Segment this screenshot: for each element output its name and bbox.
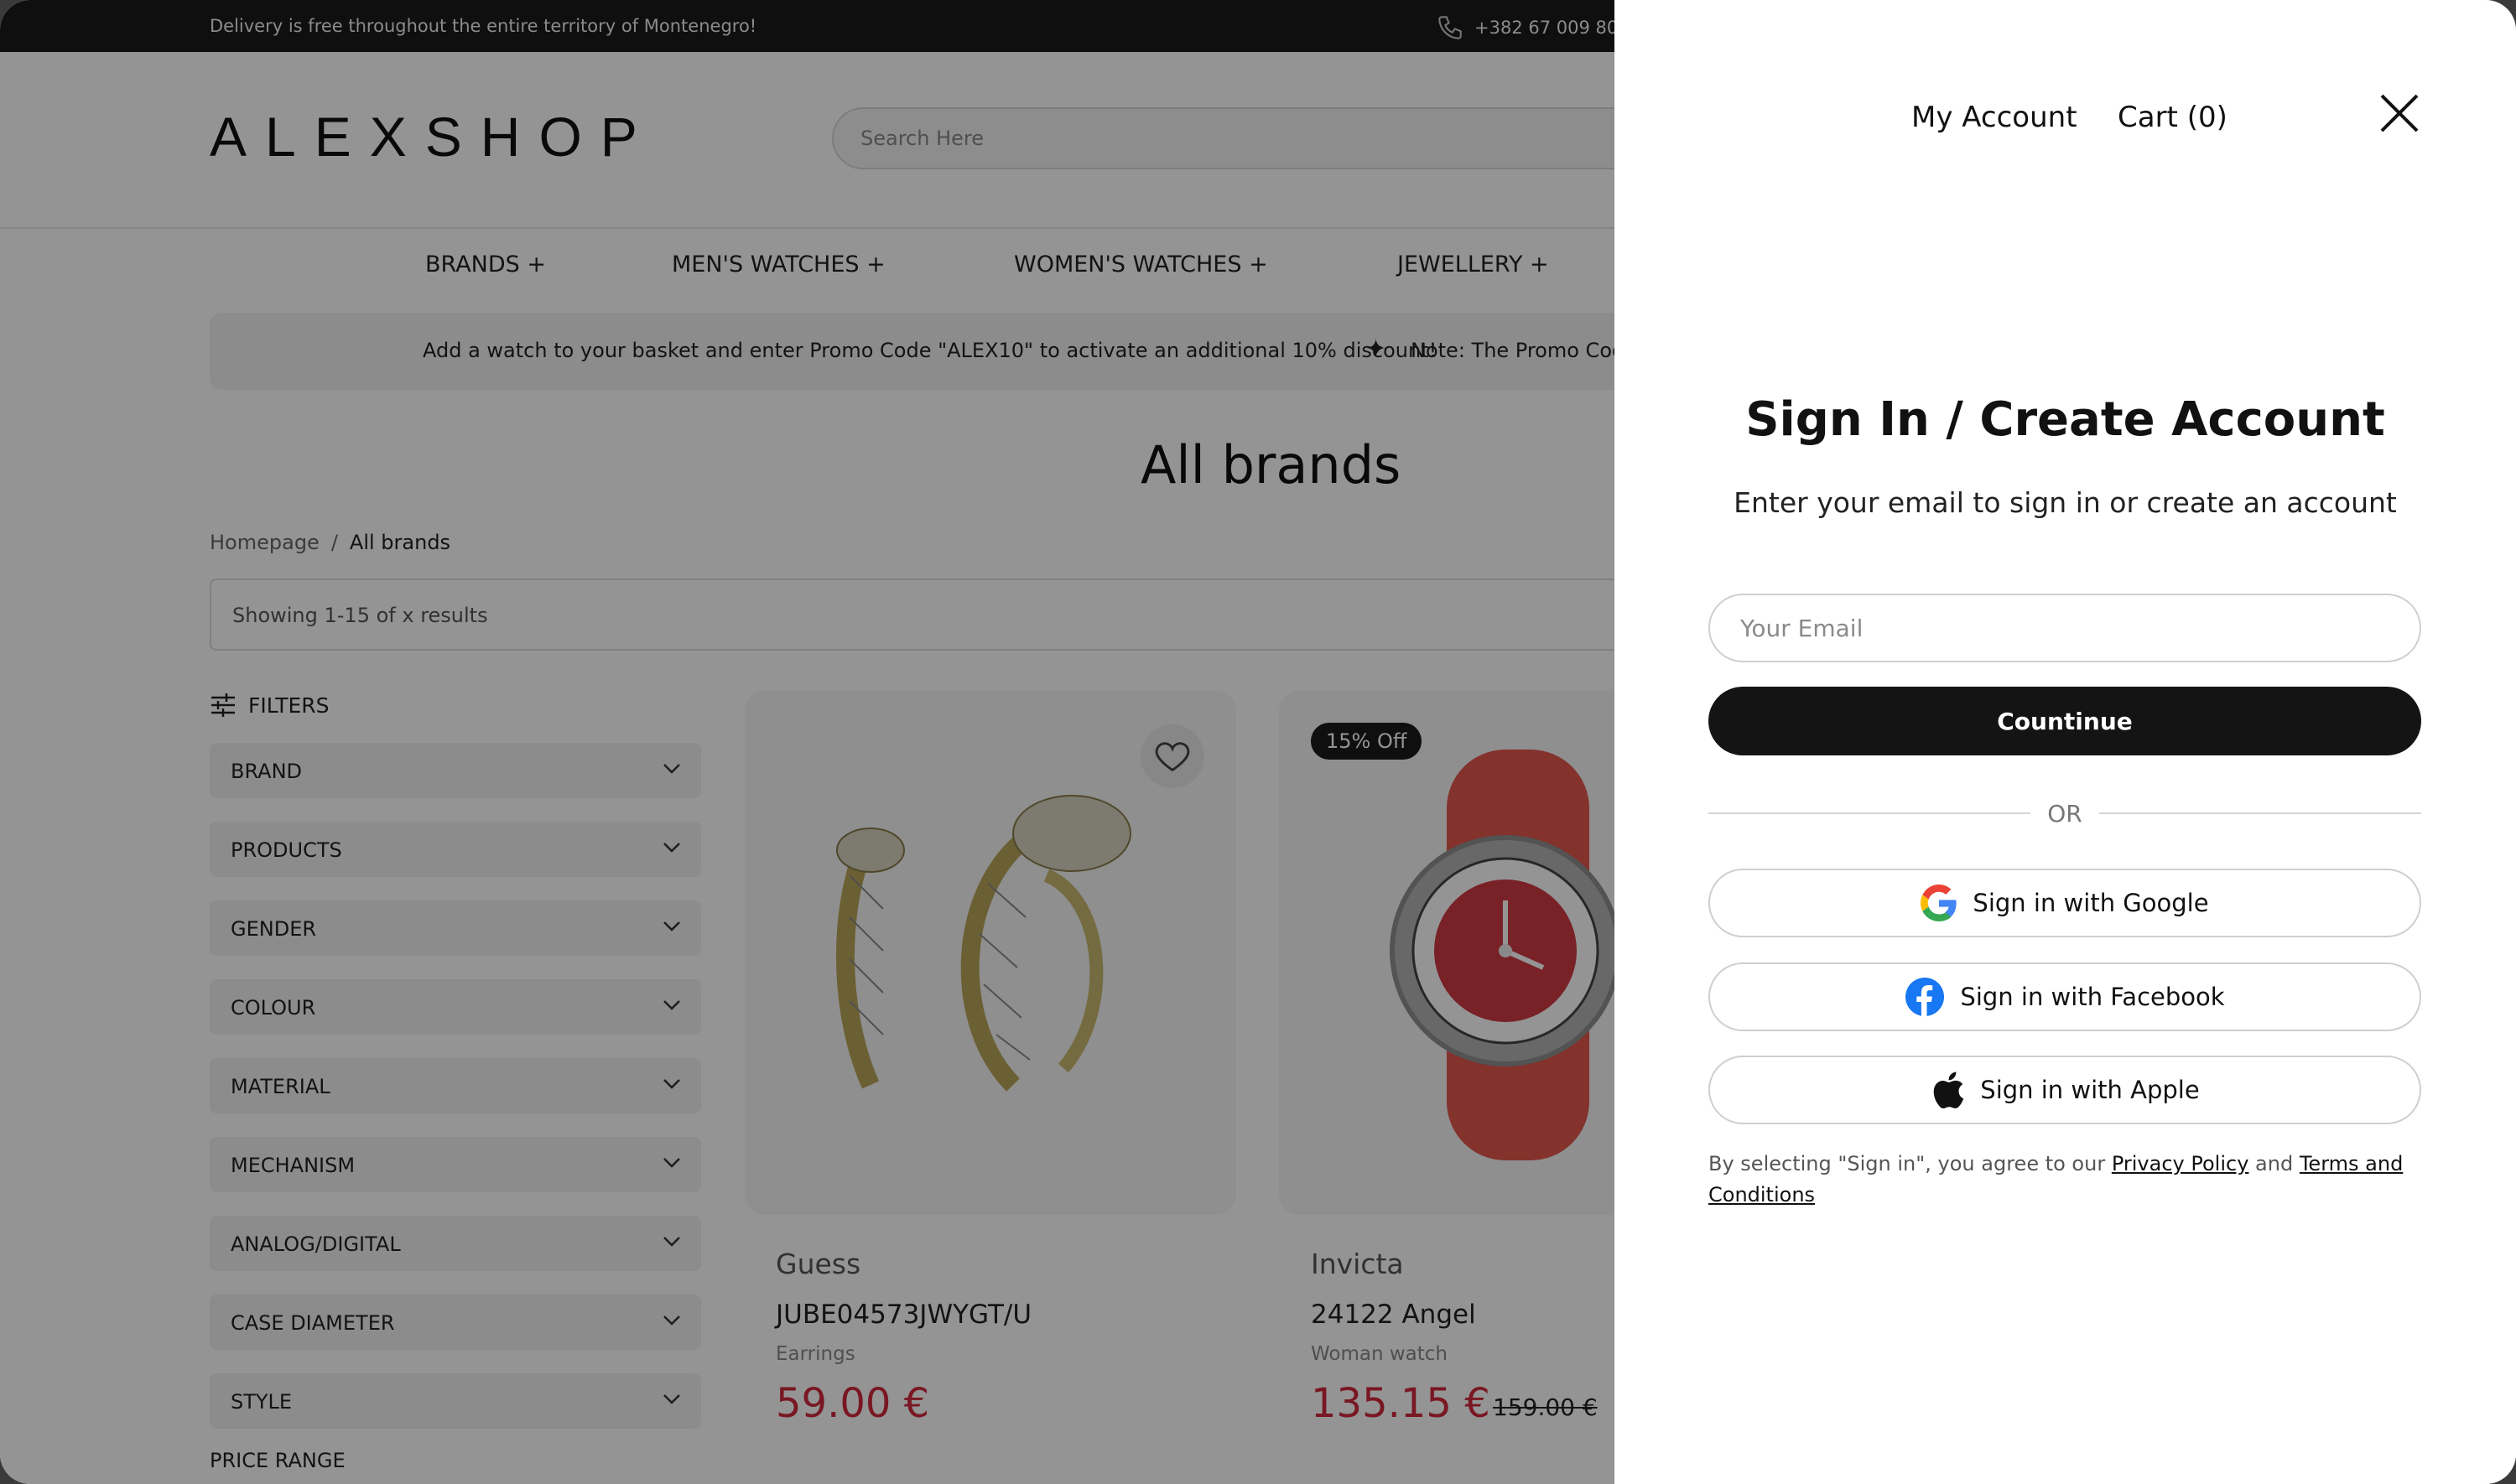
or-divider: OR	[1708, 800, 2421, 828]
apple-icon	[1934, 1071, 1964, 1109]
google-sign-in-button[interactable]: Sign in with Google	[1708, 869, 2421, 937]
legal-prefix: By selecting "Sign in", you agree to our	[1708, 1152, 2106, 1175]
email-input[interactable]	[1739, 614, 2396, 643]
facebook-icon	[1905, 978, 1945, 1016]
divider-line	[2099, 812, 2421, 814]
my-account-link[interactable]: My Account	[1911, 101, 2077, 134]
facebook-button-label: Sign in with Facebook	[1960, 983, 2225, 1011]
facebook-sign-in-button[interactable]: Sign in with Facebook	[1708, 963, 2421, 1031]
privacy-policy-link[interactable]: Privacy Policy	[2112, 1152, 2249, 1175]
modal-backdrop[interactable]	[0, 0, 1614, 1484]
apple-button-label: Sign in with Apple	[1980, 1076, 2200, 1104]
legal-and: and	[2255, 1152, 2294, 1175]
google-icon	[1921, 885, 1957, 921]
legal-notice: By selecting "Sign in", you agree to our…	[1708, 1149, 2421, 1211]
sign-in-subtitle: Enter your email to sign in or create an…	[1734, 486, 2397, 519]
apple-sign-in-button[interactable]: Sign in with Apple	[1708, 1056, 2421, 1124]
continue-button[interactable]: Countinue	[1708, 687, 2421, 755]
sign-in-title: Sign In / Create Account	[1745, 392, 2385, 447]
close-icon[interactable]	[2378, 92, 2420, 134]
sign-in-drawer: My Account Cart (0) Sign In / Create Acc…	[1614, 0, 2516, 1484]
google-button-label: Sign in with Google	[1973, 889, 2209, 917]
email-field	[1708, 594, 2421, 662]
cart-link[interactable]: Cart (0)	[2118, 101, 2227, 134]
browser-frame: Delivery is free throughout the entire t…	[0, 0, 2516, 1484]
